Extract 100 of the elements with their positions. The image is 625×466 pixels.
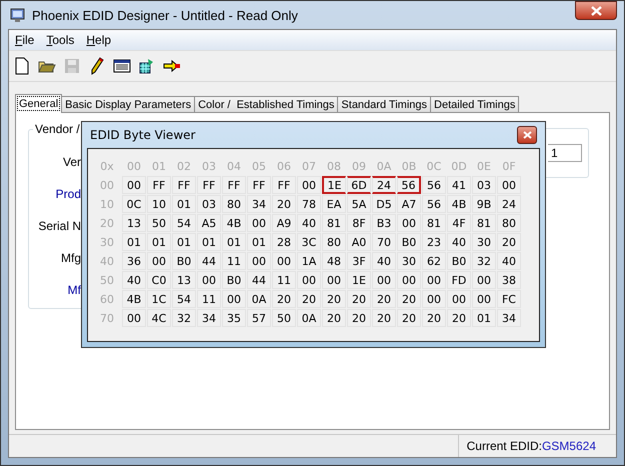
column-header: 0B (400, 158, 418, 174)
byte-cell: 3F (347, 252, 371, 270)
row-header: 30 (99, 234, 115, 250)
byte-cell: 38 (497, 271, 521, 289)
byte-cell: 4B (447, 195, 471, 213)
byte-cell: 13 (172, 271, 196, 289)
byte-cell: 30 (472, 233, 496, 251)
column-header: 09 (351, 158, 367, 174)
byte-cell: 01 (172, 195, 196, 213)
byte-cell: B0 (222, 271, 246, 289)
close-icon (522, 131, 532, 139)
byte-cell: 50 (147, 214, 171, 232)
column-header: 07 (301, 158, 317, 174)
byte-cell: 56 (397, 176, 421, 194)
byte-cell: 70 (372, 233, 396, 251)
byte-cell: 01 (122, 233, 146, 251)
byte-cell: FF (197, 176, 221, 194)
byte-cell: 00 (247, 252, 271, 270)
byte-cell: 78 (297, 195, 321, 213)
byte-cell: 40 (497, 252, 521, 270)
tab[interactable]: Standard Timings (337, 96, 432, 112)
byte-cell: 11 (197, 290, 221, 308)
byte-cell: 32 (172, 309, 196, 327)
byte-cell: 56 (422, 195, 446, 213)
byte-cell: FC (497, 290, 521, 308)
byte-cell: 50 (272, 309, 296, 327)
byte-cell: 56 (422, 176, 446, 194)
byte-cell: 01 (222, 233, 246, 251)
column-header: 0F (501, 158, 517, 174)
byte-cell: 1E (322, 176, 346, 194)
byte-cell: 11 (272, 271, 296, 289)
byte-cell: A0 (347, 233, 371, 251)
byte-cell: 41 (447, 176, 471, 194)
menu-item[interactable]: Tools (40, 33, 80, 47)
menu-item[interactable]: Help (80, 33, 118, 47)
byte-cell: 01 (147, 233, 171, 251)
byte-cell: 10 (147, 195, 171, 213)
byte-cell: 20 (297, 290, 321, 308)
byte-cell: 20 (497, 233, 521, 251)
column-header: 0D (450, 158, 468, 174)
window-title: Phoenix EDID Designer - Untitled - Read Only (32, 8, 298, 22)
input-field[interactable]: 1 (548, 144, 582, 162)
byte-cell: 20 (397, 290, 421, 308)
byte-cell: 00 (322, 271, 346, 289)
tab[interactable]: Basic Display Parameters (61, 96, 196, 112)
byte-cell: 20 (447, 309, 471, 327)
column-header: 03 (201, 158, 217, 174)
byte-cell: 00 (397, 214, 421, 232)
byte-cell: 00 (472, 290, 496, 308)
menu-item[interactable]: File (9, 33, 40, 47)
column-header: 01 (151, 158, 167, 174)
tab[interactable]: Detailed Timings (430, 96, 520, 112)
byte-cell: 5A (347, 195, 371, 213)
column-header: 0E (476, 158, 492, 174)
byte-cell: 01 (472, 309, 496, 327)
byte-cell: 13 (122, 214, 146, 232)
byte-cell: 9B (472, 195, 496, 213)
row-header: 60 (99, 292, 115, 308)
byte-cell: 00 (472, 271, 496, 289)
byte-cell: B0 (447, 252, 471, 270)
field-label: Mfg (60, 251, 81, 265)
tab[interactable]: General (15, 94, 62, 113)
byte-cell: 0C (122, 195, 146, 213)
byte-cell: 20 (347, 309, 371, 327)
byte-cell: 1E (347, 271, 371, 289)
byte-cell: 0A (297, 309, 321, 327)
byte-cell: 00 (247, 214, 271, 232)
byte-cell: 40 (447, 233, 471, 251)
column-header: 05 (251, 158, 267, 174)
byte-cell: 40 (297, 214, 321, 232)
byte-cell: 54 (172, 290, 196, 308)
tab[interactable]: Color / Established Timings (194, 96, 338, 112)
byte-cell: 00 (197, 271, 221, 289)
byte-cell: 28 (272, 233, 296, 251)
byte-cell: 20 (322, 290, 346, 308)
byte-cell: 0A (247, 290, 271, 308)
byte-cell: A7 (397, 195, 421, 213)
byte-cell: 00 (222, 290, 246, 308)
byte-cell: 00 (372, 271, 396, 289)
close-button[interactable] (517, 126, 537, 144)
byte-cell: 81 (422, 214, 446, 232)
byte-cell: 57 (247, 309, 271, 327)
byte-cell: 20 (422, 309, 446, 327)
field-label: Mf (68, 283, 81, 297)
byte-cell: 81 (322, 214, 346, 232)
byte-cell: 81 (472, 214, 496, 232)
column-header: 02 (176, 158, 192, 174)
column-header: 0A (376, 158, 392, 174)
byte-cell: D5 (372, 195, 396, 213)
field-label: Ver (62, 155, 81, 169)
byte-cell: FF (147, 176, 171, 194)
byte-cell: 30 (397, 252, 421, 270)
byte-cell: FF (172, 176, 196, 194)
field-label: Prod (56, 187, 81, 201)
byte-cell: 34 (247, 195, 271, 213)
byte-cell: 01 (197, 233, 221, 251)
byte-cell: 1A (297, 252, 321, 270)
byte-cell: 00 (272, 252, 296, 270)
byte-cell: 20 (347, 290, 371, 308)
close-button[interactable] (575, 1, 617, 20)
